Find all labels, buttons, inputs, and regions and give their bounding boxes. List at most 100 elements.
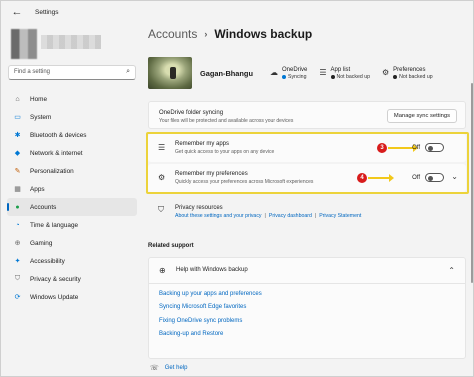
sidebar-item-label: Accessibility [30, 257, 65, 265]
sidebar-item-label: Windows Update [30, 293, 79, 301]
sidebar-item-label: Personalization [30, 167, 74, 175]
remember-apps-toggle-group: Off [412, 143, 444, 152]
chevron-down-icon[interactable]: ⌄ [451, 172, 458, 181]
gaming-icon: ⊕ [14, 240, 21, 247]
privacy-link-statement[interactable]: Privacy Statement [319, 213, 361, 219]
stat-status-text: Not backed up [399, 73, 433, 80]
remember-apps-subtitle: Get quick access to your apps on any dev… [175, 149, 275, 155]
backup-stats: ☁ OneDrive Syncing ☰ App list Not backed up ⚙ P… [270, 67, 433, 80]
home-icon: ⌂ [15, 95, 20, 103]
sidebar: Find a setting ⌕ ⌂ Home ▭ System ✱ Bluetooth … [1, 23, 141, 377]
scrollbar[interactable] [471, 83, 473, 283]
breadcrumb: Accounts › Windows backup [148, 27, 312, 41]
privacy-link-about[interactable]: About these settings and your privacy [175, 213, 262, 219]
sidebar-item-accessibility[interactable]: ✦ Accessibility [7, 252, 137, 270]
remember-preferences-title: Remember my preferences [175, 171, 248, 177]
system-icon: ▭ [14, 114, 21, 121]
account-summary: Gagan-Bhangu ☁ OneDrive Syncing ☰ App list No… [148, 55, 466, 91]
privacy-link-dashboard[interactable]: Privacy dashboard [269, 213, 312, 219]
status-dot [393, 74, 398, 79]
arrow-right-icon [388, 144, 418, 152]
avatar[interactable] [11, 29, 37, 59]
manage-sync-settings-button[interactable]: Manage sync settings [386, 109, 457, 123]
page-title: Windows backup [214, 27, 313, 41]
stat-preferences: ⚙ Preferences Not backed up [382, 67, 433, 80]
help-icon: ☏ [150, 365, 159, 372]
remember-apps-toggle[interactable] [425, 143, 444, 152]
status-dot [282, 74, 286, 79]
search-placeholder: Find a setting [14, 69, 51, 75]
sidebar-item-personalization[interactable]: ✎ Personalization [7, 162, 137, 180]
shield-icon: ⛉ [158, 205, 164, 214]
accounts-icon: ● [15, 203, 20, 211]
sidebar-item-label: Home [30, 95, 48, 103]
stat-title: OneDrive [282, 66, 308, 73]
breadcrumb-parent[interactable]: Accounts [148, 27, 197, 41]
settings-window: ← Settings Find a setting ⌕ ⌂ Home ▭ System… [0, 0, 474, 377]
sidebar-item-time-language[interactable]: ◔ Time & language [7, 216, 137, 234]
sidebar-item-bluetooth-devices[interactable]: ✱ Bluetooth & devices [7, 126, 137, 144]
get-help-link[interactable]: ☏ Get help [150, 364, 187, 372]
link-separator: | [314, 213, 317, 219]
stat-status: Not backed up [393, 73, 433, 80]
help-link[interactable]: Fixing OneDrive sync problems [149, 314, 465, 328]
status-dot [330, 74, 335, 79]
sidebar-item-network-internet[interactable]: ◆ Network & internet [7, 144, 137, 162]
sidebar-item-accounts[interactable]: ● Accounts [7, 198, 137, 216]
sidebar-item-privacy-security[interactable]: ⛉ Privacy & security [7, 270, 137, 288]
remember-preferences-toggle[interactable] [425, 173, 444, 182]
link-separator: | [264, 213, 266, 219]
toggle-state-label: Off [412, 174, 420, 181]
remember-preferences-subtitle: Quickly access your preferences across M… [175, 179, 314, 185]
update-icon: ⟳ [14, 294, 21, 301]
help-header[interactable]: ⊕ Help with Windows backup ⌃ [149, 258, 465, 284]
help-card: ⊕ Help with Windows backup ⌃ Backing up … [148, 257, 466, 359]
onedrive-title: OneDrive folder syncing [159, 110, 224, 116]
onedrive-subtitle: Your files will be protected and availab… [159, 118, 294, 124]
clock-icon: ◔ [15, 221, 20, 229]
bluetooth-icon: ✱ [14, 132, 21, 139]
remember-preferences-row[interactable]: ⚙ Remember my preferences Quickly access… [148, 164, 466, 192]
arrow-right-icon [368, 174, 394, 182]
toggle-state-label: Off [412, 144, 420, 151]
sidebar-item-label: Bluetooth & devices [30, 131, 87, 139]
network-icon: ◆ [14, 150, 21, 157]
callout-4: 4 [357, 173, 394, 183]
stat-status: Not backed up [330, 73, 370, 80]
help-title: Help with Windows backup [176, 267, 248, 273]
globe-icon: ⊕ [159, 266, 166, 275]
profile-info-redacted [41, 35, 101, 49]
sidebar-item-home[interactable]: ⌂ Home [7, 90, 137, 108]
gear-icon: ⚙ [381, 67, 390, 77]
sidebar-item-label: Accounts [30, 203, 57, 211]
help-link[interactable]: Backing up your apps and preferences [149, 287, 465, 301]
related-support-heading: Related support [148, 243, 194, 249]
sidebar-item-label: Gaming [30, 239, 53, 247]
callout-badge: 3 [377, 143, 387, 153]
sidebar-item-label: System [30, 113, 52, 121]
onedrive-sync-card[interactable]: OneDrive folder syncing Your files will … [148, 101, 466, 129]
stat-status-text: Syncing [288, 73, 307, 80]
privacy-resources: ⛉ Privacy resources About these settings… [148, 199, 466, 235]
search-input[interactable]: Find a setting ⌕ [8, 65, 136, 80]
help-link[interactable]: Syncing Microsoft Edge favorites [149, 301, 465, 315]
sidebar-item-gaming[interactable]: ⊕ Gaming [7, 234, 137, 252]
chevron-up-icon[interactable]: ⌃ [448, 266, 455, 275]
sidebar-nav: ⌂ Home ▭ System ✱ Bluetooth & devices ◆ Network… [7, 90, 137, 306]
list-icon: ☰ [158, 143, 166, 152]
stat-title: Preferences [393, 66, 426, 73]
stat-status-text: Not backed up [336, 73, 370, 80]
sidebar-item-label: Apps [30, 185, 45, 193]
privacy-links: About these settings and your privacy | … [175, 213, 361, 219]
sidebar-item-apps[interactable]: ▦ Apps [7, 180, 137, 198]
stat-status: Syncing [282, 74, 307, 80]
remember-apps-row[interactable]: ☰ Remember my apps Get quick access to y… [148, 134, 466, 162]
sidebar-item-windows-update[interactable]: ⟳ Windows Update [7, 288, 137, 306]
account-picture [148, 57, 192, 89]
back-arrow-icon[interactable]: ← [7, 4, 27, 20]
remember-apps-title: Remember my apps [175, 141, 230, 147]
accessibility-icon: ✦ [14, 258, 21, 265]
sidebar-item-system[interactable]: ▭ System [7, 108, 137, 126]
brush-icon: ✎ [14, 168, 21, 175]
help-link[interactable]: Backing-up and Restore [149, 328, 465, 342]
